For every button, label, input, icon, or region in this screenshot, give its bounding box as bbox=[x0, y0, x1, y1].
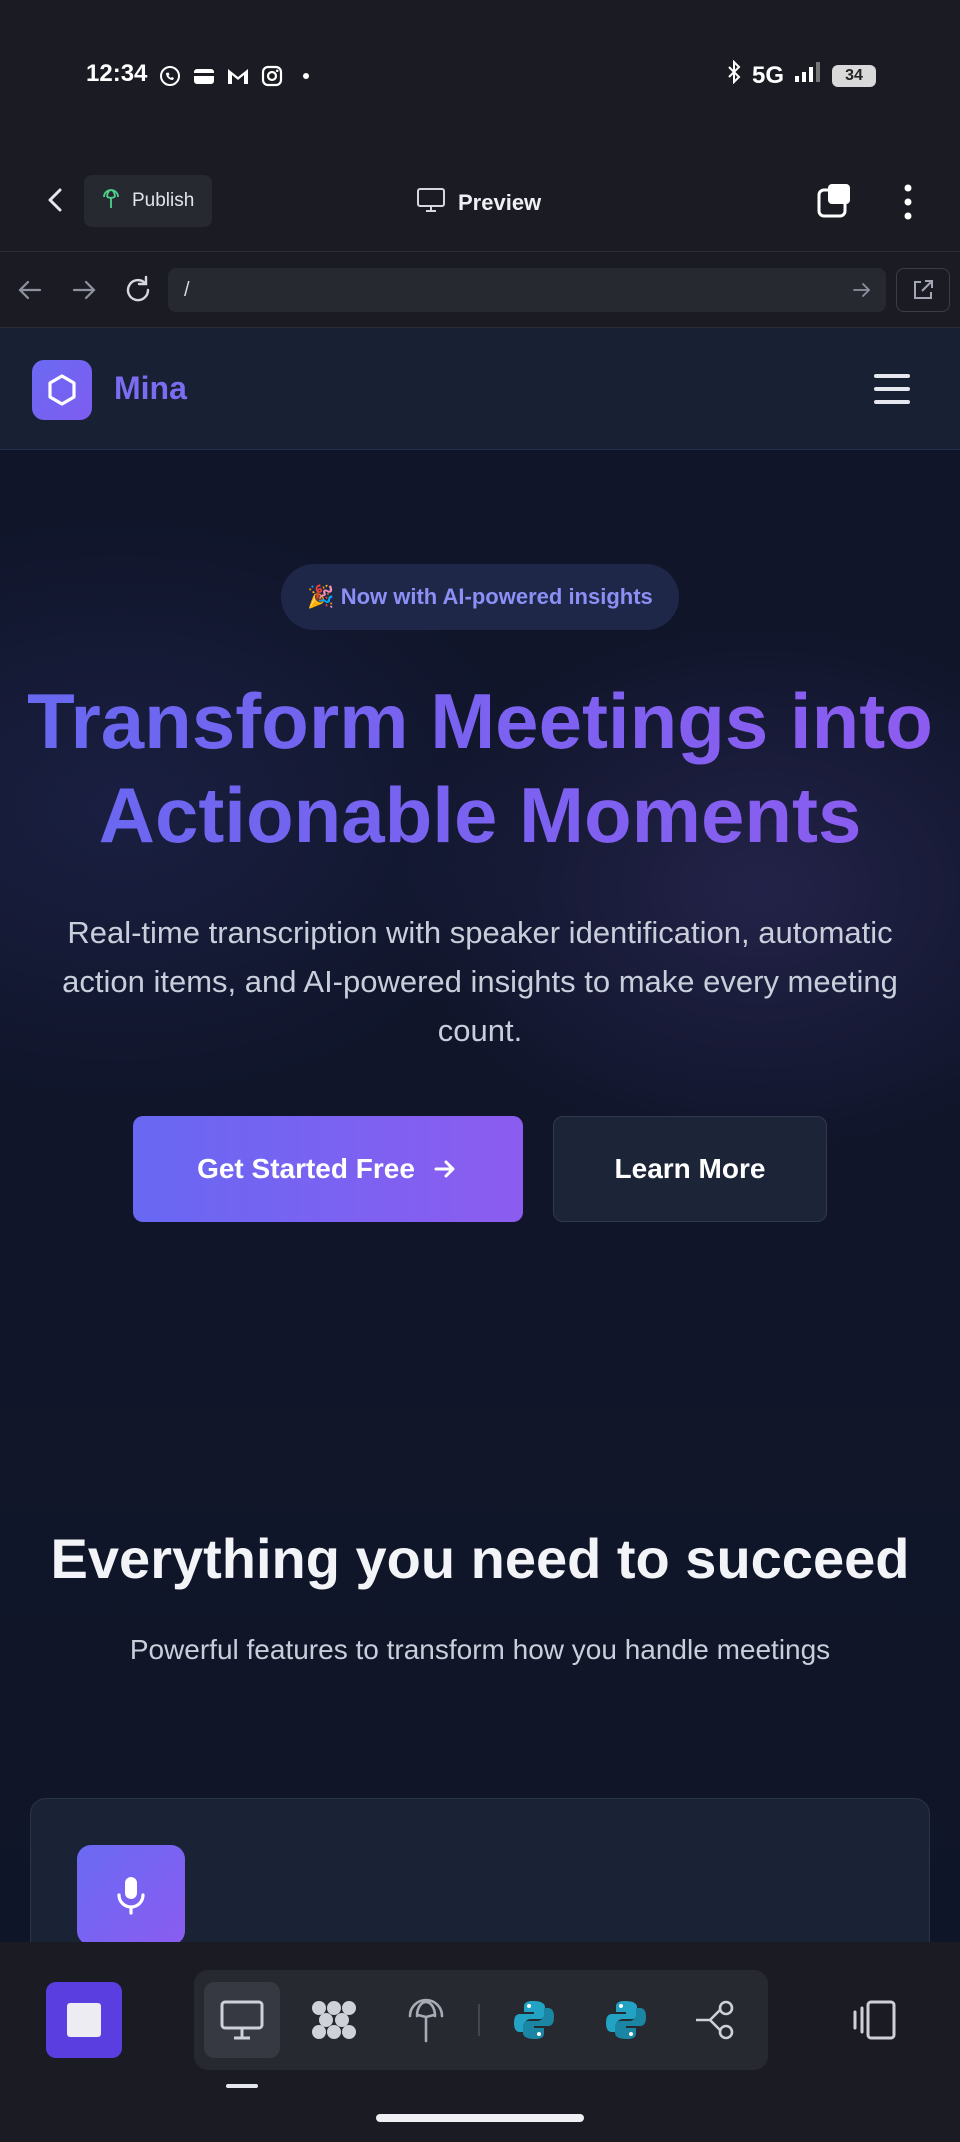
dock-separator bbox=[478, 2004, 480, 2036]
editor-toolbar: Publish Preview bbox=[0, 150, 960, 252]
dock-tools bbox=[194, 1970, 768, 2070]
instagram-icon bbox=[260, 64, 284, 88]
grid-icon[interactable] bbox=[296, 1982, 372, 2058]
home-indicator[interactable] bbox=[376, 2114, 584, 2122]
notification-icons bbox=[158, 64, 318, 88]
menu-icon bbox=[874, 374, 910, 378]
wallet-icon bbox=[192, 64, 216, 88]
url-input[interactable] bbox=[168, 268, 886, 312]
hexagon-icon bbox=[48, 374, 76, 406]
more-vertical-icon bbox=[904, 184, 912, 220]
announcement-badge: 🎉 Now with AI-powered insights bbox=[281, 564, 679, 630]
refresh-icon bbox=[126, 275, 150, 302]
hero-title: Transform Meetings into Actionable Momen… bbox=[20, 674, 940, 862]
back-arrow-button[interactable] bbox=[14, 274, 46, 306]
branch-icon[interactable] bbox=[678, 1982, 754, 2058]
url-bar bbox=[0, 252, 960, 328]
bottom-dock bbox=[0, 1942, 960, 2142]
arrow-left-icon bbox=[18, 280, 42, 300]
network-label: 5G bbox=[751, 61, 784, 89]
publish-button[interactable]: Publish bbox=[84, 175, 212, 227]
site-navbar: Mina bbox=[0, 328, 960, 450]
tabs-button[interactable] bbox=[816, 182, 854, 220]
forward-arrow-button[interactable] bbox=[68, 274, 100, 306]
get-started-button[interactable]: Get Started Free bbox=[133, 1116, 523, 1222]
brand-logo[interactable] bbox=[32, 360, 92, 420]
panel-toggle-button[interactable] bbox=[850, 1998, 898, 2042]
monitor-icon bbox=[416, 186, 446, 220]
go-button[interactable] bbox=[850, 278, 874, 302]
publish-icon[interactable] bbox=[388, 1982, 464, 2058]
hero-subtitle: Real-time transcription with speaker ide… bbox=[62, 915, 898, 1048]
status-time: 12:34 bbox=[86, 60, 148, 87]
active-indicator bbox=[226, 2084, 258, 2088]
python-icon[interactable] bbox=[496, 1982, 572, 2058]
publish-label: Publish bbox=[132, 190, 195, 211]
external-link-icon bbox=[914, 280, 933, 299]
open-external-button[interactable] bbox=[896, 268, 950, 312]
status-bar: 12:34 5G 34 bbox=[0, 0, 960, 150]
publish-icon bbox=[100, 187, 122, 215]
whatsapp-icon bbox=[158, 64, 182, 88]
hamburger-menu-button[interactable] bbox=[874, 374, 910, 404]
gmail-icon bbox=[226, 64, 250, 88]
tabs-icon bbox=[817, 184, 850, 218]
chevron-left-icon bbox=[48, 188, 62, 212]
bluetooth-icon bbox=[726, 59, 742, 91]
feature-card bbox=[30, 1798, 930, 1942]
dot-icon bbox=[294, 64, 318, 88]
microphone-icon bbox=[117, 1877, 145, 1915]
preview-toggle[interactable]: Preview bbox=[416, 186, 541, 220]
learn-more-button[interactable]: Learn More bbox=[553, 1116, 827, 1222]
arrow-right-icon bbox=[72, 280, 96, 300]
signal-icon bbox=[794, 61, 822, 90]
back-button[interactable] bbox=[38, 182, 74, 218]
status-right: 5G 34 bbox=[726, 59, 876, 91]
arrow-right-icon bbox=[853, 283, 871, 297]
preview-label: Preview bbox=[458, 190, 542, 215]
feature-icon-box bbox=[77, 1845, 185, 1942]
stop-button[interactable] bbox=[46, 1982, 122, 2058]
python-icon[interactable] bbox=[588, 1982, 664, 2058]
arrow-right-icon bbox=[434, 1160, 455, 1178]
brand-name[interactable]: Mina bbox=[114, 370, 187, 407]
battery-icon: 34 bbox=[832, 64, 876, 87]
more-options-button[interactable] bbox=[902, 182, 914, 222]
reload-button[interactable] bbox=[122, 274, 154, 306]
features-subtitle: Powerful features to transform how you h… bbox=[129, 1634, 831, 1665]
side-panel-icon bbox=[853, 2000, 896, 2040]
site-preview: Mina 🎉 Now with AI-powered insights Tran… bbox=[0, 328, 960, 1942]
desktop-icon[interactable] bbox=[204, 1982, 280, 2058]
stop-icon bbox=[67, 2003, 101, 2037]
features-title: Everything you need to succeed bbox=[50, 1527, 910, 1590]
get-started-label: Get Started Free bbox=[197, 1153, 415, 1184]
